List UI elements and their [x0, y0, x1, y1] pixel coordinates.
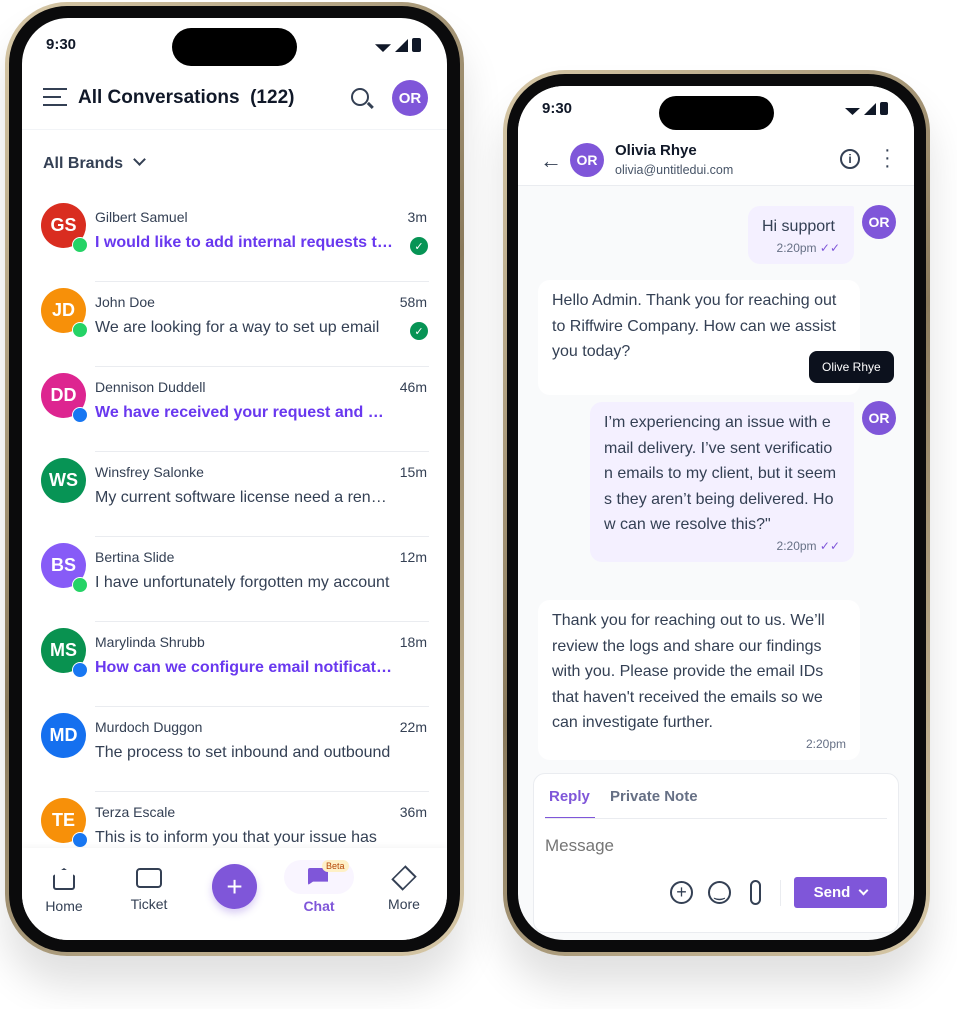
- new-conversation-button[interactable]: +: [212, 864, 257, 909]
- contact-name: Murdoch Duggon: [95, 719, 203, 735]
- whatsapp-icon: [72, 577, 88, 593]
- message-incoming: Thank you for reaching out to us. We’ll …: [538, 600, 860, 760]
- menu-icon[interactable]: [43, 88, 67, 106]
- resolved-check-icon: ✓: [410, 237, 428, 255]
- message-input[interactable]: [545, 836, 875, 856]
- contact-name: Terza Escale: [95, 804, 176, 820]
- facebook-icon: [72, 662, 88, 678]
- timestamp: 15m: [399, 464, 427, 480]
- nav-ticket[interactable]: Ticket: [122, 868, 176, 912]
- facebook-icon: [72, 832, 88, 848]
- timestamp: 18m: [399, 634, 427, 650]
- conversation-item[interactable]: MD Murdoch Duggon 22m The process to set…: [22, 707, 447, 792]
- conversations-screen: 9:30 All Conversations (122) OR All Bran…: [22, 18, 447, 940]
- message-outgoing: I’m experiencing an issue with email del…: [590, 402, 854, 562]
- composer: Reply Private Note + ‿ Send: [533, 773, 899, 933]
- message-preview: How can we configure email notifications: [95, 659, 393, 676]
- ticket-icon: [136, 868, 162, 888]
- resolved-check-icon: ✓: [410, 322, 428, 340]
- status-icons: [375, 38, 421, 52]
- message-outgoing: Hi support 2:20pm ✓✓: [748, 206, 854, 264]
- message-preview: My current software license need a renew…: [95, 489, 393, 506]
- tab-private-note[interactable]: Private Note: [610, 788, 698, 805]
- search-icon[interactable]: [351, 88, 374, 109]
- bottom-nav: Home Ticket + Beta Chat More: [22, 848, 447, 940]
- emoji-icon[interactable]: ‿: [708, 881, 731, 904]
- conversation-item[interactable]: DD Dennison Duddell 46m We have received…: [22, 367, 447, 452]
- status-time: 9:30: [46, 36, 77, 53]
- timestamp: 58m: [399, 294, 427, 310]
- contact-email: olivia@untitledui.com: [615, 163, 734, 177]
- add-icon[interactable]: +: [670, 881, 693, 904]
- message-preview: We are looking for a way to set up email: [95, 319, 380, 336]
- conversation-item[interactable]: GS Gilbert Samuel 3m I would like to add…: [22, 197, 447, 282]
- status-icons: [845, 102, 888, 115]
- contact-avatar: OR: [570, 143, 604, 177]
- message-preview: I have unfortunately forgotten my accoun…: [95, 574, 390, 591]
- contact-name: Winsfrey Salonke: [95, 464, 204, 480]
- back-arrow-icon[interactable]: ←: [540, 148, 562, 174]
- info-icon[interactable]: i: [840, 149, 860, 169]
- contact-name: John Doe: [95, 294, 155, 310]
- chat-screen: 9:30 ← OR Olivia Rhye olivia@untitledui.…: [518, 86, 914, 940]
- facebook-icon: [72, 407, 88, 423]
- timestamp: 22m: [399, 719, 427, 735]
- status-time: 9:30: [542, 100, 573, 117]
- message-preview: The process to set inbound and outbound: [95, 744, 391, 761]
- avatar: WS: [41, 458, 86, 503]
- tooltip: Olive Rhye: [809, 351, 894, 383]
- contact-name: Bertina Slide: [95, 549, 175, 565]
- sender-avatar: OR: [862, 205, 896, 239]
- layers-icon: [391, 865, 417, 891]
- page-title: All Conversations (122): [78, 87, 295, 108]
- nav-more[interactable]: More: [382, 865, 426, 912]
- home-icon: [53, 868, 75, 890]
- conversation-item[interactable]: MS Marylinda Shrubb 18m How can we confi…: [22, 622, 447, 707]
- message-preview: This is to inform you that your issue ha…: [95, 829, 377, 846]
- more-options-icon[interactable]: · · ·: [884, 140, 891, 176]
- read-receipt-icon: ✓✓: [819, 240, 840, 255]
- chevron-down-icon: [858, 885, 869, 896]
- beta-badge: Beta: [322, 860, 349, 872]
- conversation-item[interactable]: WS Winsfrey Salonke 15m My current softw…: [22, 452, 447, 537]
- contact-name: Gilbert Samuel: [95, 209, 188, 225]
- chevron-down-icon: [133, 153, 147, 166]
- avatar: MD: [41, 713, 86, 758]
- message-preview: We have received your request and our te…: [95, 404, 393, 421]
- contact-name: Marylinda Shrubb: [95, 634, 205, 650]
- message-preview: I would like to add internal requests to…: [95, 234, 393, 251]
- timestamp: 3m: [407, 209, 427, 225]
- contact-name: Olivia Rhye: [615, 142, 697, 159]
- timestamp: 12m: [399, 549, 427, 565]
- nav-chat[interactable]: Beta Chat: [284, 860, 354, 914]
- whatsapp-icon: [72, 322, 88, 338]
- tab-reply[interactable]: Reply: [545, 774, 595, 819]
- conversation-item[interactable]: BS Bertina Slide 12m I have unfortunatel…: [22, 537, 447, 622]
- sender-avatar: OR: [862, 401, 896, 435]
- attachment-icon[interactable]: [750, 880, 761, 905]
- user-avatar[interactable]: OR: [392, 80, 428, 116]
- brand-filter-dropdown[interactable]: All Brands: [43, 153, 147, 173]
- whatsapp-icon: [72, 237, 88, 253]
- conversation-item[interactable]: JD John Doe 58m We are looking for a way…: [22, 282, 447, 367]
- contact-name: Dennison Duddell: [95, 379, 206, 395]
- timestamp: 36m: [399, 804, 427, 820]
- timestamp: 46m: [399, 379, 427, 395]
- nav-home[interactable]: Home: [40, 868, 88, 914]
- send-button[interactable]: Send: [794, 877, 887, 908]
